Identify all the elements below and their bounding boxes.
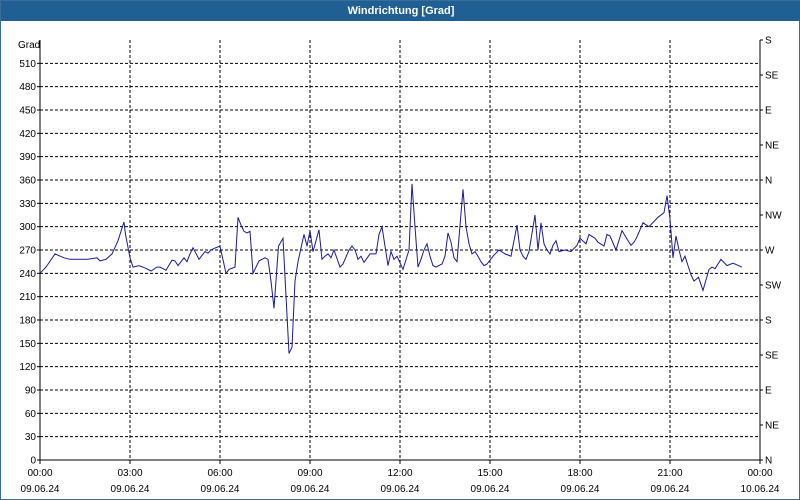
x-tick-time: 09:00: [297, 468, 322, 479]
x-tick-time: 18:00: [567, 468, 592, 479]
x-tick-date: 09.06.24: [21, 484, 60, 495]
grid-lines: [40, 40, 760, 460]
x-tick-time: 00:00: [747, 468, 772, 479]
x-tick-date: 10.06.24: [741, 484, 780, 495]
right-tick-label: E: [765, 106, 772, 117]
y-tick-label: 240: [19, 269, 36, 280]
y-tick-label: 420: [19, 129, 36, 140]
series-group: [39, 183, 743, 354]
wind-direction-chart: 0 30 60 90 120 150 180 210 240 270 300 330 360 390 420…: [18, 36, 782, 496]
x-tick-time: 00:00: [27, 468, 52, 479]
y-tick-label: 210: [19, 292, 36, 303]
y-tick-label: 30: [25, 432, 37, 443]
y-tick-label: 270: [19, 246, 36, 257]
right-tick-label: NW: [765, 211, 782, 222]
x-tick-date: 09.06.24: [471, 484, 510, 495]
y-tick-label: 330: [19, 199, 36, 210]
x-tick-time: 06:00: [207, 468, 232, 479]
y-tick-label: 480: [19, 82, 36, 93]
x-tick-date: 09.06.24: [111, 484, 150, 495]
x-tick-date: 09.06.24: [561, 484, 600, 495]
right-tick-label: SE: [765, 351, 779, 362]
x-tick-time: 15:00: [477, 468, 502, 479]
y-tick-label: 150: [19, 339, 36, 350]
x-axis-ticks: 00:00 09.06.24 03:00 09.06.24 06:00 09.06.24 0…: [21, 460, 780, 495]
x-tick-date: 09.06.24: [201, 484, 240, 495]
series-line: [39, 183, 743, 354]
y-tick-label: 60: [25, 409, 37, 420]
y-tick-label: 300: [19, 222, 36, 233]
y-axis-ticks: 0 30 60 90 120 150 180 210 240 270 300 330 360 390 420…: [19, 59, 40, 467]
right-tick-label: S: [765, 316, 772, 327]
y-tick-label: 510: [19, 59, 36, 70]
right-tick-label: W: [765, 246, 775, 257]
right-tick-label: N: [765, 456, 772, 467]
y-tick-label: 90: [25, 386, 37, 397]
right-tick-label: SE: [765, 71, 779, 82]
y-tick-label: 450: [19, 106, 36, 117]
right-tick-label: NE: [765, 421, 779, 432]
y-tick-label: 0: [30, 456, 36, 467]
right-axis-ticks: N NE E SE S SW W NW N NE E SE S: [760, 36, 782, 467]
x-tick-time: 03:00: [117, 468, 142, 479]
right-tick-label: SW: [765, 281, 782, 292]
y-axis-label: Grad: [18, 40, 40, 51]
y-tick-label: 390: [19, 152, 36, 163]
x-tick-time: 12:00: [387, 468, 412, 479]
right-tick-label: NE: [765, 141, 779, 152]
y-tick-label: 360: [19, 176, 36, 187]
x-tick-date: 09.06.24: [291, 484, 330, 495]
y-tick-label: 120: [19, 362, 36, 373]
y-tick-label: 180: [19, 316, 36, 327]
right-tick-label: S: [765, 36, 772, 47]
x-tick-date: 09.06.24: [651, 484, 690, 495]
right-tick-label: N: [765, 176, 772, 187]
x-tick-time: 21:00: [657, 468, 682, 479]
right-tick-label: E: [765, 386, 772, 397]
x-tick-date: 09.06.24: [381, 484, 420, 495]
